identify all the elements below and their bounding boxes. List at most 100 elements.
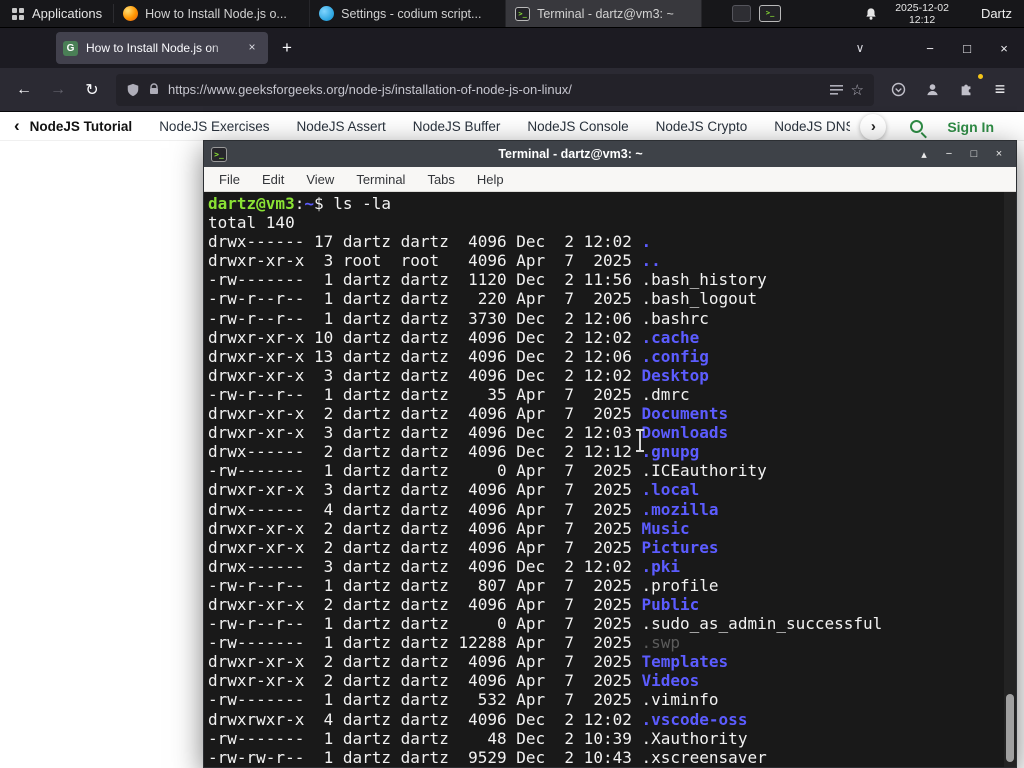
ls-row: -rw-r--r-- 1 dartz dartz 3730 Dec 2 12:0…	[208, 309, 1012, 328]
ls-row: drwxr-xr-x 2 dartz dartz 4096 Apr 7 2025…	[208, 404, 1012, 423]
page-favicon: G	[63, 40, 78, 56]
ls-meta: -rw-r--r-- 1 dartz dartz 3730 Dec 2 12:0…	[208, 308, 642, 328]
terminal-window: >_ Terminal - dartz@vm3: ~ ▴ − □ × File …	[203, 140, 1017, 768]
ls-meta: drwxr-xr-x 3 root root 4096 Apr 7 2025	[208, 251, 642, 271]
nav-link-tutorial[interactable]: NodeJS Tutorial	[30, 119, 133, 134]
ls-output: drwx------ 17 dartz dartz 4096 Dec 2 12:…	[208, 232, 1012, 767]
ls-name: .gnupg	[641, 442, 700, 462]
minimize-button[interactable]: −	[939, 144, 959, 164]
total-line: total 140	[208, 213, 295, 233]
taskbar-item-codium[interactable]: Settings - codium script...	[310, 0, 507, 27]
menu-help[interactable]: Help	[468, 170, 513, 189]
task-label: Terminal - dartz@vm3: ~	[537, 6, 674, 21]
terminal-screen[interactable]: dartz@vm3:~$ ls -la total 140 drwx------…	[204, 192, 1016, 767]
ls-name: .local	[641, 480, 700, 500]
forward-button[interactable]: →	[42, 75, 74, 105]
nav-scroll-left-icon[interactable]: ‹	[14, 116, 20, 136]
menu-view[interactable]: View	[297, 170, 343, 189]
ls-meta: drwx------ 2 dartz dartz 4096 Dec 2 12:1…	[208, 442, 642, 462]
tray-app-icon[interactable]	[732, 5, 752, 22]
ls-meta: drwxr-xr-x 3 dartz dartz 4096 Apr 7 2025	[208, 480, 642, 500]
menu-terminal[interactable]: Terminal	[347, 170, 414, 189]
ls-name: .ICEauthority	[641, 461, 767, 481]
clock[interactable]: 2025-12-02 12:12	[887, 0, 957, 27]
pocket-button[interactable]	[882, 75, 914, 105]
terminal-menubar: File Edit View Terminal Tabs Help	[204, 167, 1016, 192]
desktop: Applications How to Install Node.js o...…	[0, 0, 1024, 768]
ls-row: drwxr-xr-x 2 dartz dartz 4096 Apr 7 2025…	[208, 538, 1012, 557]
user-menu[interactable]: Dartz	[957, 0, 1024, 27]
puzzle-icon	[961, 84, 970, 96]
ls-row: drwx------ 2 dartz dartz 4096 Dec 2 12:1…	[208, 442, 1012, 461]
search-icon[interactable]	[910, 120, 924, 133]
browser-tab[interactable]: G How to Install Node.js on ×	[56, 32, 268, 64]
clock-date: 2025-12-02	[895, 1, 949, 14]
account-button[interactable]	[916, 75, 948, 105]
menu-tabs[interactable]: Tabs	[418, 170, 463, 189]
ls-name: .cache	[641, 327, 700, 347]
taskbar-item-browser[interactable]: How to Install Node.js o...	[114, 0, 311, 27]
ls-name: .bash_logout	[641, 289, 758, 309]
ls-row: drwxr-xr-x 13 dartz dartz 4096 Dec 2 12:…	[208, 347, 1012, 366]
nav-link-crypto[interactable]: NodeJS Crypto	[656, 119, 748, 134]
url-text: https://www.geeksforgeeks.org/node-js/in…	[168, 82, 572, 97]
reader-view-icon[interactable]	[829, 84, 843, 96]
ls-meta: -rw-r--r-- 1 dartz dartz 220 Apr 7 2025	[208, 289, 642, 309]
terminal-scrollbar[interactable]	[1004, 192, 1016, 767]
nav-link-dns[interactable]: NodeJS DNS	[774, 119, 850, 134]
ls-meta: drwxr-xr-x 2 dartz dartz 4096 Apr 7 2025	[208, 404, 642, 424]
url-bar[interactable]: https://www.geeksforgeeks.org/node-js/in…	[116, 73, 874, 106]
ls-row: -rw------- 1 dartz dartz 48 Dec 2 10:39 …	[208, 729, 1012, 748]
menu-file[interactable]: File	[210, 170, 249, 189]
nav-scroll-right-button[interactable]: ›	[860, 113, 887, 140]
extensions-button[interactable]	[950, 73, 983, 105]
terminal-titlebar[interactable]: >_ Terminal - dartz@vm3: ~ ▴ − □ ×	[204, 141, 1016, 167]
taskbar-item-terminal[interactable]: >_ Terminal - dartz@vm3: ~	[506, 0, 703, 27]
ls-row: drwx------ 17 dartz dartz 4096 Dec 2 12:…	[208, 232, 1012, 251]
close-button[interactable]: ×	[992, 36, 1016, 60]
sign-in-button[interactable]: Sign In	[947, 119, 994, 135]
panel-spacer	[781, 0, 855, 27]
applications-icon	[12, 7, 24, 20]
nav-link-console[interactable]: NodeJS Console	[527, 119, 628, 134]
ls-name: .xscreensaver	[641, 747, 767, 767]
ls-meta: drwxr-xr-x 2 dartz dartz 4096 Apr 7 2025	[208, 652, 642, 672]
terminal-title: Terminal - dartz@vm3: ~	[498, 147, 643, 161]
applications-menu[interactable]: Applications	[0, 0, 113, 27]
close-button[interactable]: ×	[989, 144, 1009, 164]
tab-title: How to Install Node.js on	[86, 41, 219, 55]
lock-icon[interactable]	[148, 83, 160, 96]
maximize-button[interactable]: □	[955, 36, 979, 60]
minimize-button[interactable]: −	[918, 36, 942, 60]
list-all-tabs-button[interactable]: ∨	[848, 36, 872, 60]
maximize-button[interactable]: □	[964, 144, 984, 164]
back-button[interactable]: ←	[8, 75, 40, 105]
nav-link-assert[interactable]: NodeJS Assert	[296, 119, 385, 134]
tab-close-button[interactable]: ×	[243, 39, 261, 57]
nav-link-exercises[interactable]: NodeJS Exercises	[159, 119, 269, 134]
ls-meta: drwxr-xr-x 10 dartz dartz 4096 Dec 2 12:…	[208, 327, 642, 347]
ls-meta: drwxr-xr-x 13 dartz dartz 4096 Dec 2 12:…	[208, 346, 642, 366]
ls-row: -rw-r--r-- 1 dartz dartz 35 Apr 7 2025 .…	[208, 385, 1012, 404]
notifications-button[interactable]	[855, 0, 887, 27]
nav-link-buffer[interactable]: NodeJS Buffer	[413, 119, 501, 134]
ls-row: -rw-r--r-- 1 dartz dartz 807 Apr 7 2025 …	[208, 576, 1012, 595]
user-name: Dartz	[980, 6, 1012, 21]
ls-name: .bash_history	[641, 270, 767, 290]
ls-name: .vscode-oss	[641, 709, 748, 729]
bookmark-star-icon[interactable]: ☆	[851, 81, 864, 99]
menu-button[interactable]: ≡	[984, 75, 1016, 105]
reload-button[interactable]: ↻	[76, 75, 108, 105]
ls-meta: -rw-r--r-- 1 dartz dartz 807 Apr 7 2025	[208, 575, 642, 595]
shade-button[interactable]: ▴	[914, 144, 934, 164]
ls-name: ..	[641, 251, 661, 271]
site-nav-bar: ‹ NodeJS Tutorial NodeJS Exercises NodeJ…	[0, 112, 1024, 141]
ls-name: Documents	[641, 404, 729, 424]
menu-edit[interactable]: Edit	[253, 170, 293, 189]
tray-display-icon[interactable]: >_	[759, 5, 782, 22]
tracking-shield-icon[interactable]	[126, 83, 140, 97]
ls-row: drwx------ 4 dartz dartz 4096 Apr 7 2025…	[208, 500, 1012, 519]
ls-name: Pictures	[641, 537, 719, 557]
scrollbar-thumb[interactable]	[1006, 694, 1014, 762]
new-tab-button[interactable]: +	[274, 35, 300, 61]
